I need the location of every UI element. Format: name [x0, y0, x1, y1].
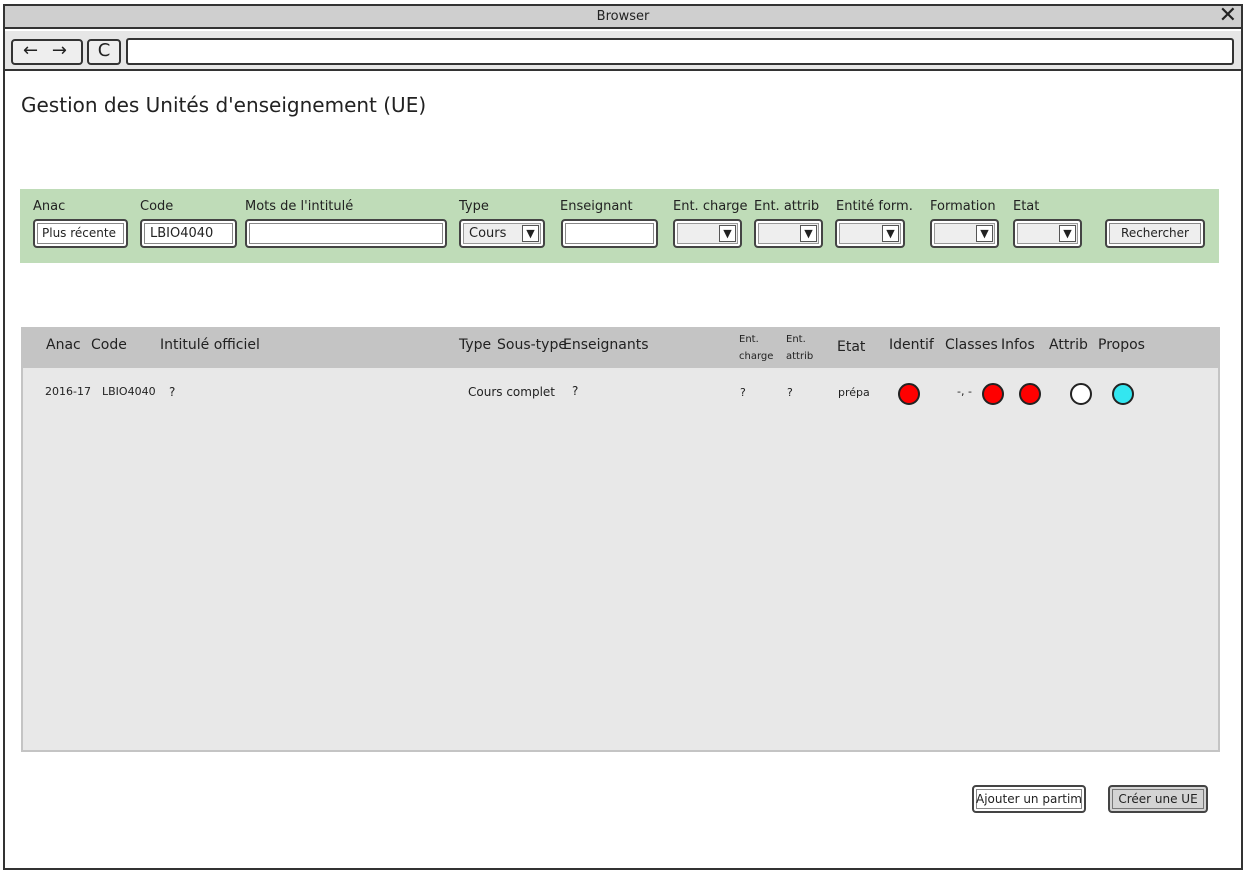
col-ent-attrib-line1: Ent. [786, 334, 806, 345]
code-field[interactable]: LBIO4040 [140, 219, 237, 248]
enseignant-field[interactable] [561, 219, 658, 248]
cell-enseignants: ? [572, 384, 579, 398]
create-ue-button[interactable]: Créer une UE [1108, 785, 1208, 813]
filter-label-anac: Anac [33, 199, 66, 214]
col-intitule[interactable]: Intitulé officiel [160, 337, 260, 353]
cell-ent-attrib: ? [787, 386, 793, 399]
entite-form-select[interactable]: ▼ [835, 219, 905, 248]
col-propos[interactable]: Propos [1098, 337, 1145, 353]
cell-etat: prépa [838, 386, 870, 399]
chevron-down-icon: ▼ [882, 225, 899, 242]
filter-label-ent-charge: Ent. charge [673, 199, 748, 214]
col-ent-charge-line1: Ent. [739, 334, 759, 345]
mots-field[interactable] [245, 219, 447, 248]
col-sous-type[interactable]: Sous-type [497, 337, 567, 353]
url-bar[interactable] [126, 38, 1234, 65]
col-ent-charge-line2: charge [739, 351, 774, 362]
ue-table: Anac Code Intitulé officiel Type Sous-ty… [21, 327, 1220, 752]
close-icon[interactable]: ✕ [1219, 4, 1237, 28]
filter-label-type: Type [459, 199, 489, 214]
infos-status-dot[interactable] [1019, 383, 1041, 405]
filter-label-enseignant: Enseignant [560, 199, 633, 214]
ent-charge-select[interactable]: ▼ [673, 219, 742, 248]
attrib-status-dot[interactable] [1070, 383, 1092, 405]
cell-code: LBIO4040 [102, 385, 156, 398]
propos-status-dot[interactable] [1112, 383, 1134, 405]
classes-status-dot[interactable] [982, 383, 1004, 405]
filter-label-mots: Mots de l'intitulé [245, 199, 354, 214]
etat-select[interactable]: ▼ [1013, 219, 1082, 248]
chevron-down-icon: ▼ [522, 225, 539, 242]
formation-select[interactable]: ▼ [930, 219, 999, 248]
cell-type-soustype: Cours complet [468, 385, 555, 399]
chevron-down-icon: ▼ [976, 225, 993, 242]
filter-label-etat: Etat [1013, 199, 1040, 214]
col-attrib[interactable]: Attrib [1049, 337, 1088, 353]
window-titlebar: Browser ✕ [5, 4, 1241, 29]
identif-status-dot[interactable] [898, 383, 920, 405]
cell-anac: 2016-17 [45, 385, 91, 398]
col-ent-attrib[interactable]: Ent. attrib [786, 331, 813, 365]
type-select-value: Cours [469, 226, 507, 241]
chevron-down-icon: ▼ [719, 225, 736, 242]
col-anac[interactable]: Anac [46, 337, 81, 353]
window-title: Browser [596, 9, 650, 24]
col-infos[interactable]: Infos [1001, 337, 1035, 353]
type-select[interactable]: Cours ▼ [459, 219, 545, 248]
col-enseignants[interactable]: Enseignants [563, 337, 649, 353]
anac-field[interactable]: Plus récente [33, 219, 128, 248]
page-title: Gestion des Unités d'enseignement (UE) [21, 93, 427, 117]
chevron-down-icon: ▼ [800, 225, 817, 242]
filter-label-formation: Formation [930, 199, 996, 214]
filter-bar: Anac Plus récente Code LBIO4040 Mots de … [20, 189, 1219, 263]
col-etat[interactable]: Etat [837, 339, 865, 355]
col-identif[interactable]: Identif [889, 337, 934, 353]
cell-classes-text: -, - [957, 385, 972, 398]
col-ent-charge[interactable]: Ent. charge [739, 331, 773, 365]
add-partim-button[interactable]: Ajouter un partim [972, 785, 1086, 813]
col-ent-attrib-line2: attrib [786, 351, 814, 362]
browser-toolbar: ← → C [5, 31, 1241, 71]
filter-label-ent-attrib: Ent. attrib [754, 199, 820, 214]
back-forward-button[interactable]: ← → [11, 39, 83, 65]
col-type[interactable]: Type [459, 337, 491, 353]
chevron-down-icon: ▼ [1059, 225, 1076, 242]
cell-ent-charge: ? [740, 386, 746, 399]
col-classes[interactable]: Classes [945, 337, 998, 353]
search-button[interactable]: Rechercher [1105, 219, 1205, 248]
table-header: Anac Code Intitulé officiel Type Sous-ty… [23, 327, 1218, 368]
filter-label-entite-form: Entité form. [836, 199, 913, 214]
col-code[interactable]: Code [91, 337, 127, 353]
filter-label-code: Code [140, 199, 174, 214]
reload-button[interactable]: C [87, 39, 121, 65]
ent-attrib-select[interactable]: ▼ [754, 219, 823, 248]
cell-intitule: ? [169, 385, 176, 399]
